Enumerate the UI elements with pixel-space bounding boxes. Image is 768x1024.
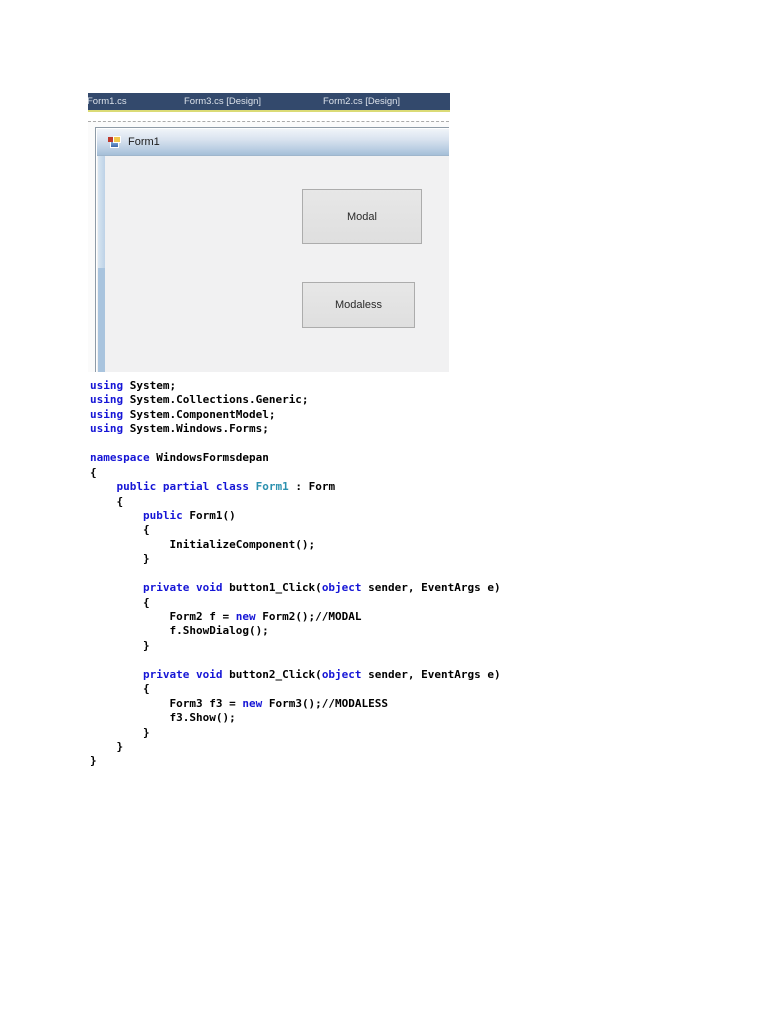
modaless-button[interactable]: Modaless <box>302 282 415 328</box>
code-line[interactable]: Form2 f = new Form2();//MODAL <box>90 610 501 624</box>
code-line[interactable]: namespace WindowsFormsdepan <box>90 451 501 465</box>
code-line[interactable]: using System; <box>90 379 501 393</box>
code-text-token: Form1() <box>182 508 236 522</box>
code-text-token: { <box>90 494 124 508</box>
code-keyword-token: public <box>142 508 183 522</box>
code-line[interactable]: using System.Collections.Generic; <box>90 393 501 407</box>
code-text-token: sender, EventArgs e) <box>361 667 501 681</box>
code-text-token: System.Windows.Forms; <box>123 422 269 436</box>
code-line[interactable]: } <box>90 552 501 566</box>
code-text-token: } <box>90 552 150 566</box>
code-keyword-token: using <box>90 407 124 421</box>
code-line[interactable]: { <box>90 596 501 610</box>
code-type-token: Form1 <box>255 480 289 494</box>
vertical-scrollbar[interactable] <box>98 156 105 372</box>
code-text-token: } <box>90 739 124 753</box>
code-line[interactable]: { <box>90 495 501 509</box>
code-text-token: System.ComponentModel; <box>123 407 276 421</box>
code-text-token: Form2();//MODAL <box>255 610 362 623</box>
code-line[interactable]: } <box>90 740 501 754</box>
code-line[interactable]: f.ShowDialog(); <box>90 624 501 638</box>
code-text-token: System.Collections.Generic; <box>123 393 309 407</box>
code-text-token: f3.Show(); <box>90 711 236 725</box>
code-line[interactable]: } <box>90 639 501 653</box>
scrollbar-thumb[interactable] <box>98 156 105 268</box>
form-icon-yellow-block <box>113 135 121 143</box>
code-line[interactable]: using System.Windows.Forms; <box>90 422 501 436</box>
code-text-token: button2_Click( <box>222 667 322 681</box>
code-text-token: } <box>90 725 150 739</box>
code-keyword-token: using <box>90 379 124 392</box>
code-line[interactable]: InitializeComponent(); <box>90 538 501 552</box>
code-keyword-token: public partial class <box>116 480 249 494</box>
vs-screenshot-region: Form1.cs Form3.cs [Design] Form2.cs [Des… <box>88 93 450 372</box>
tab-form1-cs[interactable]: Form1.cs <box>88 93 127 110</box>
code-text-token: { <box>90 682 150 696</box>
winforms-form-icon <box>108 135 122 149</box>
tab-form3-design[interactable]: Form3.cs [Design] <box>184 93 261 110</box>
code-text-token: { <box>90 523 150 537</box>
code-keyword-token: using <box>90 393 124 407</box>
code-keyword-token: private void <box>142 581 223 595</box>
modal-button[interactable]: Modal <box>302 189 422 244</box>
code-text-token: sender, EventArgs e) <box>361 581 501 595</box>
code-keyword-token: namespace <box>90 451 150 465</box>
code-line[interactable]: f3.Show(); <box>90 711 501 725</box>
code-text-token: button1_Click( <box>222 581 322 595</box>
code-keyword-token: new <box>235 610 256 623</box>
code-text-token: System; <box>123 379 177 392</box>
code-line[interactable]: private void button1_Click(object sender… <box>90 581 501 595</box>
code-keyword-token: private void <box>142 667 223 681</box>
code-line[interactable]: } <box>90 726 501 740</box>
code-line[interactable]: { <box>90 682 501 696</box>
code-keyword-token: object <box>321 667 362 681</box>
code-text-token: : Form <box>288 480 336 494</box>
code-line[interactable]: } <box>90 754 501 768</box>
form-designer-canvas: Form1 Modal Modaless <box>88 121 449 372</box>
form-title-bar: Form1 <box>97 129 449 156</box>
form-title: Form1 <box>128 136 160 148</box>
code-line[interactable]: using System.ComponentModel; <box>90 408 501 422</box>
code-line[interactable]: { <box>90 466 501 480</box>
code-line[interactable]: public partial class Form1 : Form <box>90 480 501 494</box>
page: Form1.cs Form3.cs [Design] Form2.cs [Des… <box>0 0 768 1024</box>
code-text-token: } <box>90 638 150 652</box>
document-tab-bar: Form1.cs Form3.cs [Design] Form2.cs [Des… <box>88 93 450 112</box>
code-line[interactable]: { <box>90 523 501 537</box>
code-text-token: Form3 f3 = <box>90 696 243 710</box>
code-line[interactable]: private void button2_Click(object sender… <box>90 668 501 682</box>
code-text-token: InitializeComponent(); <box>90 537 316 551</box>
code-text-token: Form3();//MODALESS <box>262 696 389 710</box>
tab-form2-design[interactable]: Form2.cs [Design] <box>323 93 400 110</box>
code-line[interactable] <box>90 437 501 451</box>
code-keyword-token: object <box>321 581 362 595</box>
code-text-token: f.ShowDialog(); <box>90 624 269 638</box>
code-text-token: } <box>90 754 97 768</box>
code-text-token: { <box>90 465 97 479</box>
code-text-token: WindowsFormsdepan <box>149 451 269 465</box>
code-keyword-token: using <box>90 422 124 436</box>
code-line[interactable]: public Form1() <box>90 509 501 523</box>
code-text-token: { <box>90 595 150 609</box>
code-text-token: Form2 f = <box>90 610 236 623</box>
form-client-area: Modal Modaless <box>97 156 449 372</box>
code-line[interactable] <box>90 567 501 581</box>
form-icon-red-block <box>108 136 113 142</box>
designed-form-window[interactable]: Form1 Modal Modaless <box>95 127 449 372</box>
code-keyword-token: new <box>242 696 263 710</box>
code-editor[interactable]: using System; using System.Collections.Ge… <box>90 379 501 769</box>
code-line[interactable]: Form3 f3 = new Form3();//MODALESS <box>90 697 501 711</box>
code-line[interactable] <box>90 653 501 667</box>
